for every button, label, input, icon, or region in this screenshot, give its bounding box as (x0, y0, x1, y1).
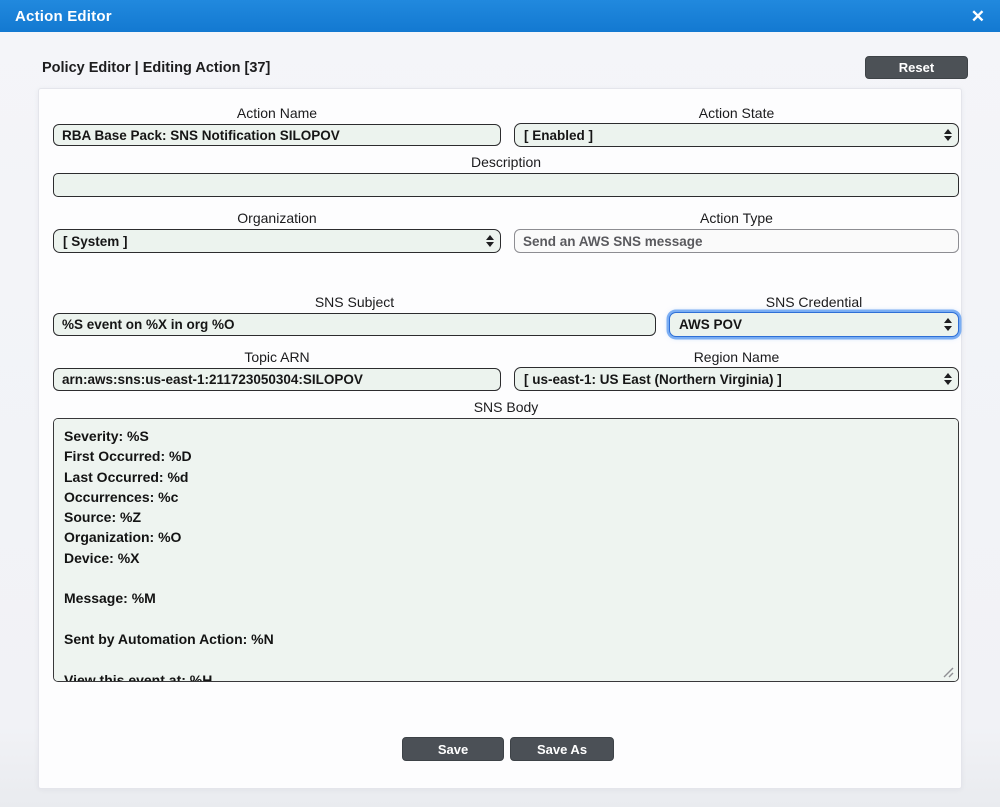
action-type-input (514, 229, 959, 253)
select-stepper-icon (944, 373, 952, 386)
action-state-select[interactable]: [ Enabled ] (514, 123, 959, 147)
select-stepper-icon (944, 129, 952, 142)
page-title: Policy Editor | Editing Action [37] (42, 60, 270, 76)
select-stepper-icon (944, 318, 952, 331)
topic-arn-label: Topic ARN (53, 349, 501, 365)
action-type-label: Action Type (514, 210, 959, 226)
organization-label: Organization (53, 210, 501, 226)
action-name-label: Action Name (53, 105, 501, 121)
region-name-value: [ us-east-1: US East (Northern Virginia)… (524, 372, 782, 387)
window-title: Action Editor (15, 8, 112, 25)
description-label: Description (53, 154, 959, 170)
sns-credential-select[interactable]: AWS POV (669, 312, 959, 337)
sns-credential-value: AWS POV (679, 317, 742, 332)
action-state-label: Action State (514, 105, 959, 121)
sns-body-textarea[interactable]: Severity: %S First Occurred: %D Last Occ… (53, 418, 959, 682)
save-button[interactable]: Save (402, 737, 504, 761)
description-input[interactable] (53, 173, 959, 197)
organization-select[interactable]: [ System ] (53, 229, 501, 253)
action-editor-window: { "window": { "title": "Action Editor", … (0, 0, 1000, 807)
region-name-select[interactable]: [ us-east-1: US East (Northern Virginia)… (514, 367, 959, 391)
close-icon[interactable]: ✕ (971, 8, 985, 25)
sns-credential-label: SNS Credential (669, 294, 959, 310)
window-titlebar: Action Editor ✕ (0, 0, 1000, 32)
organization-value: [ System ] (63, 234, 128, 249)
save-as-button[interactable]: Save As (510, 737, 614, 761)
textarea-resize-handle-icon[interactable] (940, 665, 955, 679)
region-name-label: Region Name (514, 349, 959, 365)
select-stepper-icon (486, 235, 494, 248)
action-name-input[interactable] (53, 124, 501, 146)
sns-body-label: SNS Body (53, 399, 959, 415)
reset-button[interactable]: Reset (865, 56, 968, 79)
sns-subject-label: SNS Subject (53, 294, 656, 310)
sns-subject-input[interactable] (53, 313, 656, 336)
topic-arn-input[interactable] (53, 368, 501, 391)
action-state-value: [ Enabled ] (524, 128, 593, 143)
action-editor-form-panel: Action Name Action State [ Enabled ] Des… (38, 88, 962, 789)
